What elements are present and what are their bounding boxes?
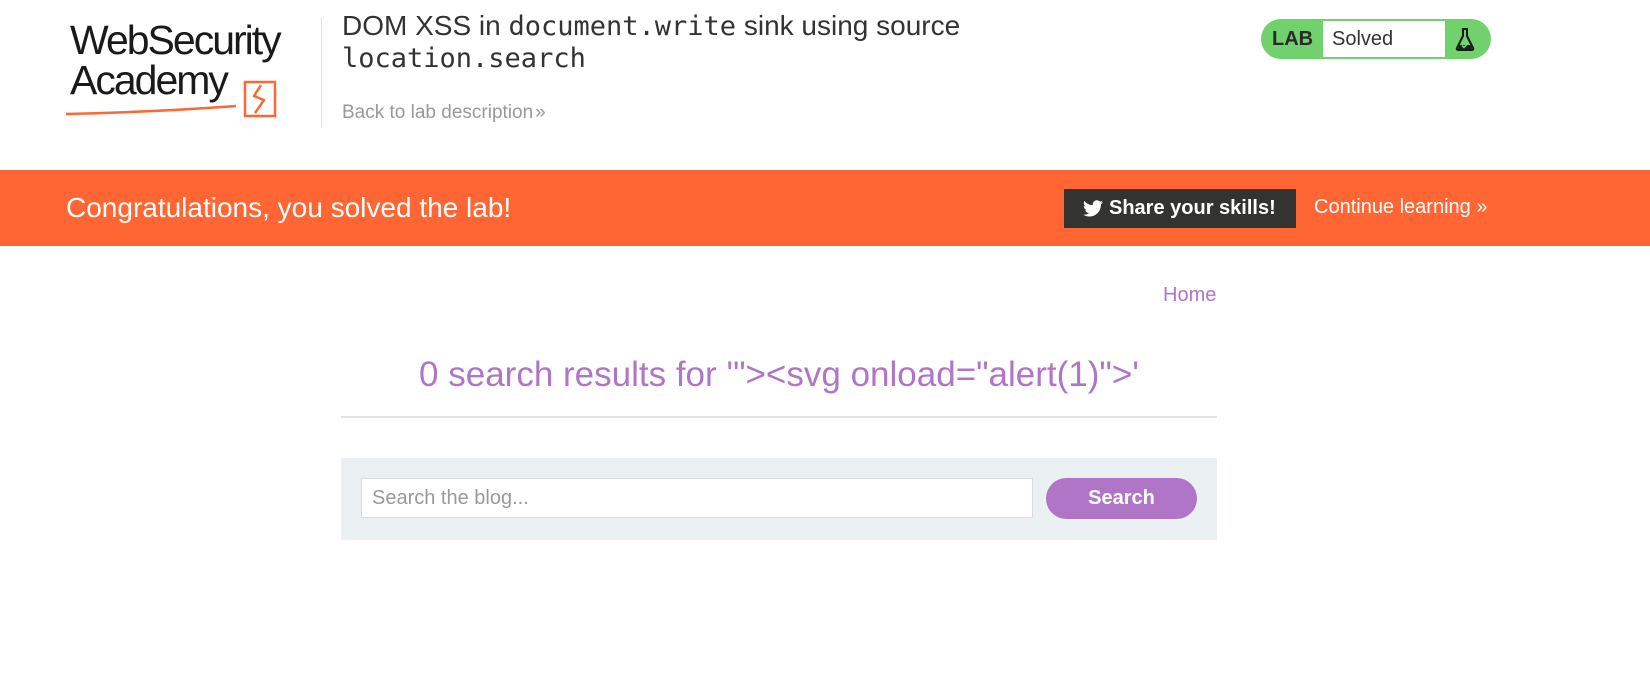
- share-skills-button[interactable]: Share your skills!: [1064, 189, 1296, 228]
- header-divider: [321, 18, 322, 128]
- flask-icon: [1455, 28, 1475, 51]
- double-chevron-right-icon: »: [535, 102, 546, 123]
- lab-title-code-sink: document.write: [508, 11, 737, 42]
- home-link[interactable]: Home: [1163, 284, 1216, 307]
- share-skills-label: Share your skills!: [1109, 197, 1276, 219]
- lab-status-badge: LAB Solved: [1261, 19, 1491, 59]
- search-button[interactable]: Search: [1046, 478, 1197, 519]
- web-security-academy-logo[interactable]: WebSecurity Academy: [66, 17, 316, 118]
- lab-solved-banner: Congratulations, you solved the lab! Sha…: [0, 170, 1650, 246]
- logo-line1: WebSecurity: [70, 17, 282, 63]
- congratulations-message: Congratulations, you solved the lab!: [66, 192, 512, 223]
- twitter-icon: [1083, 200, 1103, 217]
- logo-bolt-icon: [66, 80, 277, 118]
- section-divider: [341, 416, 1217, 418]
- lab-title-middle: sink using source: [736, 10, 961, 41]
- back-to-lab-description-link[interactable]: Back to lab description»: [342, 102, 546, 124]
- continue-learning-link[interactable]: Continue learning »: [1314, 196, 1487, 219]
- search-results-heading: 0 search results for '"><svg onload="ale…: [419, 355, 1139, 394]
- lab-title: DOM XSS in document.write sink using sou…: [342, 10, 1042, 74]
- lab-title-code-source: location.search: [342, 43, 586, 74]
- double-chevron-right-icon: »: [1476, 196, 1488, 218]
- lab-status-box: Solved: [1323, 21, 1445, 57]
- continue-learning-label: Continue learning: [1314, 196, 1471, 218]
- lab-badge-label: LAB: [1272, 28, 1314, 50]
- blog-search-form: Search: [341, 458, 1217, 540]
- lab-status-text: Solved: [1332, 28, 1394, 50]
- back-link-label: Back to lab description: [342, 102, 534, 123]
- search-input[interactable]: [361, 478, 1033, 518]
- lab-header: WebSecurity Academy DOM XSS in document.…: [0, 0, 1650, 170]
- lab-title-prefix: DOM XSS in: [342, 10, 509, 41]
